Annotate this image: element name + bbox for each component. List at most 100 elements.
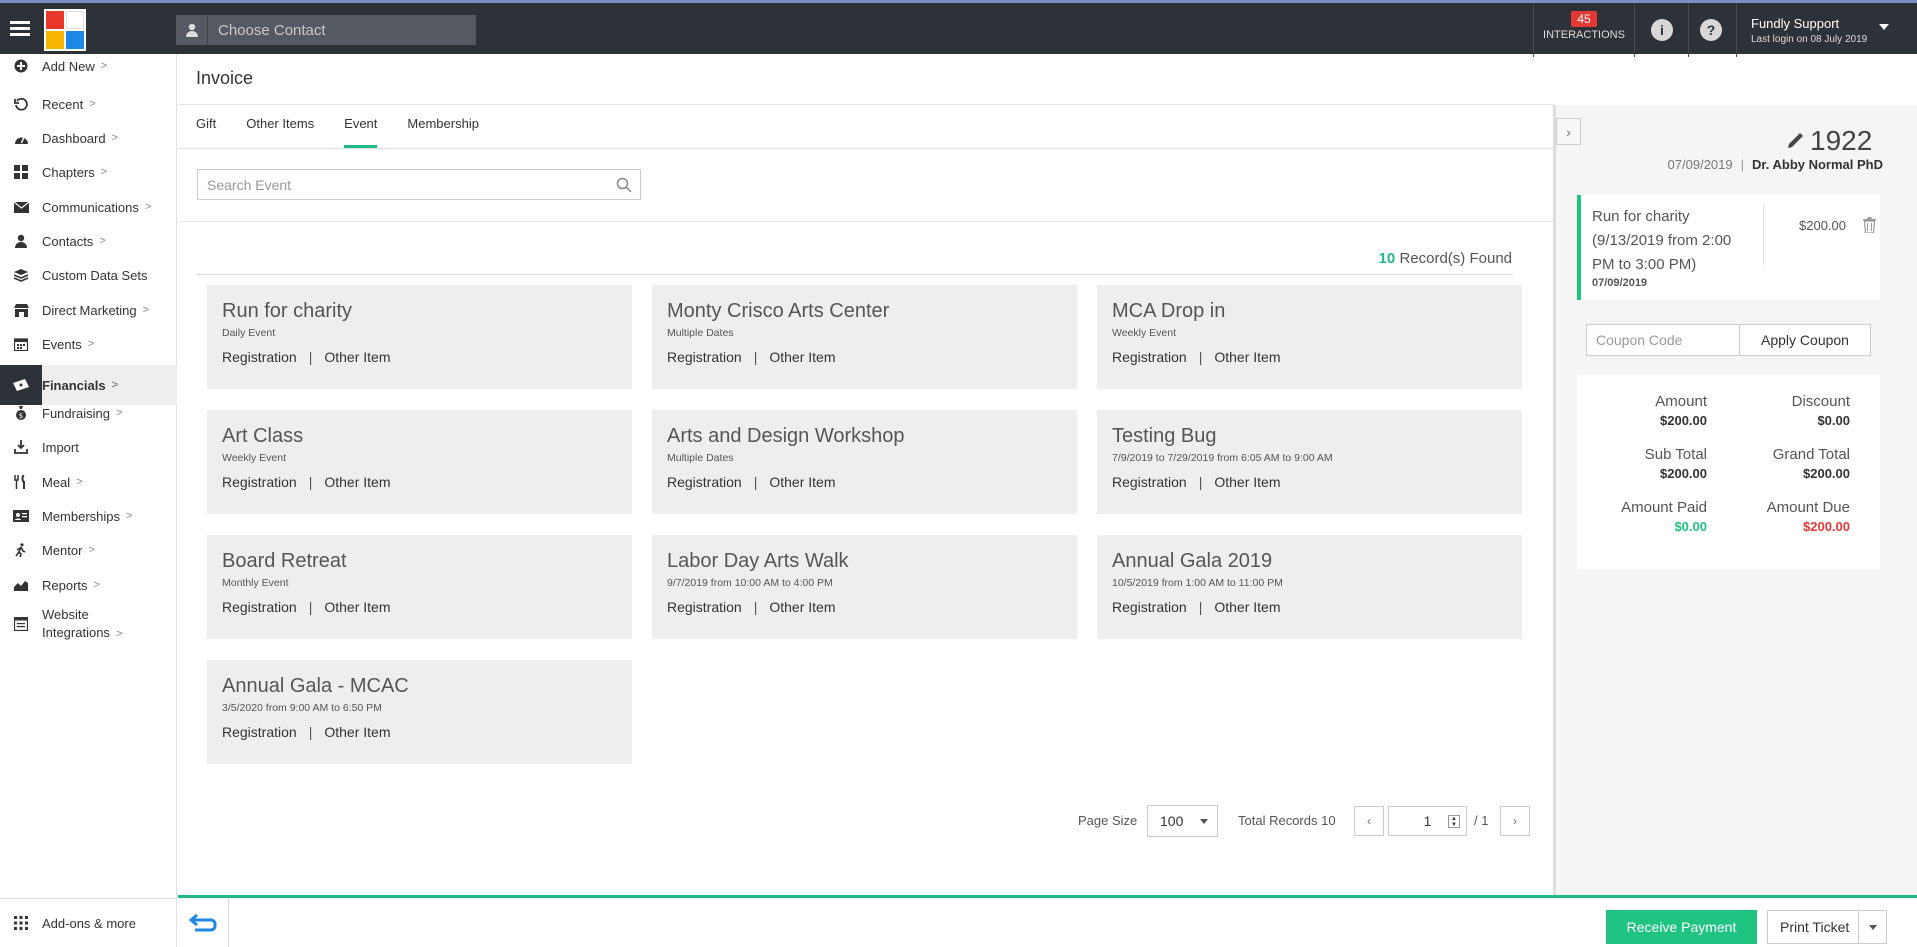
history-icon xyxy=(0,97,42,111)
other-item-link[interactable]: Other Item xyxy=(769,349,835,365)
sidebar-item-chapters[interactable]: Chapters > xyxy=(0,161,177,183)
sidebar-item-memberships[interactable]: Memberships > xyxy=(0,505,177,527)
sidebar-item-label: Contacts xyxy=(42,233,94,249)
app-logo[interactable] xyxy=(44,9,86,51)
search-icon[interactable] xyxy=(608,177,640,193)
event-schedule: 3/5/2020 from 9:00 AM to 6:50 PM xyxy=(222,702,382,714)
chevron-right-icon: > xyxy=(87,338,95,350)
next-page-button[interactable]: › xyxy=(1500,806,1530,836)
layers-icon xyxy=(0,268,42,282)
receive-payment-button[interactable]: Receive Payment xyxy=(1606,910,1757,944)
event-title: Board Retreat xyxy=(222,550,347,572)
link-separator: | xyxy=(1198,599,1203,615)
search-event-input[interactable] xyxy=(198,176,608,193)
event-schedule: Monthly Event xyxy=(222,577,289,589)
event-title: Monty Crisco Arts Center xyxy=(667,300,890,322)
event-title: Annual Gala - MCAC xyxy=(222,675,409,697)
sidebar-item-financials[interactable]: Financials > xyxy=(0,365,177,405)
subtotal-label: Sub Total xyxy=(1644,446,1707,463)
other-item-link[interactable]: Other Item xyxy=(1214,599,1280,615)
back-button[interactable] xyxy=(178,898,229,947)
sidebar-item-direct-marketing[interactable]: Direct Marketing > xyxy=(0,299,177,321)
registration-link[interactable]: Registration xyxy=(1112,599,1187,615)
other-item-link[interactable]: Other Item xyxy=(324,599,390,615)
other-item-link[interactable]: Other Item xyxy=(769,474,835,490)
sidebar-item-website[interactable]: Website Integrations > xyxy=(0,607,177,641)
sidebar-item-custom-data-sets[interactable]: Custom Data Sets xyxy=(0,264,177,286)
other-item-link[interactable]: Other Item xyxy=(769,599,835,615)
menu-icon[interactable] xyxy=(10,21,30,37)
sidebar-item-label: Mentor xyxy=(42,542,83,558)
sidebar-item-communications[interactable]: Communications > xyxy=(0,196,177,218)
sidebar-item-fundraising[interactable]: $ Fundraising > xyxy=(0,402,177,424)
other-item-link[interactable]: Other Item xyxy=(1214,349,1280,365)
other-item-link[interactable]: Other Item xyxy=(324,724,390,740)
info-icon[interactable]: i xyxy=(1651,19,1673,41)
sidebar-item-dashboard[interactable]: Dashboard > xyxy=(0,127,177,149)
sidebar-item-meal[interactable]: Meal > xyxy=(0,471,177,493)
choose-contact-field[interactable] xyxy=(176,15,476,45)
coupon-code-input[interactable] xyxy=(1587,325,1740,355)
sidebar-item-events[interactable]: Events > xyxy=(0,333,177,355)
print-ticket-button[interactable]: Print Ticket xyxy=(1767,910,1887,944)
registration-link[interactable]: Registration xyxy=(667,349,742,365)
invoice-contact[interactable]: Dr. Abby Normal PhD xyxy=(1752,157,1883,172)
other-item-link[interactable]: Other Item xyxy=(1214,474,1280,490)
sidebar-item-label: Dashboard xyxy=(42,130,106,146)
event-schedule: Multiple Dates xyxy=(667,452,734,464)
other-item-link[interactable]: Other Item xyxy=(324,474,390,490)
user-menu[interactable]: Fundly Support Last login on 08 July 201… xyxy=(1751,16,1889,45)
chevron-right-icon: > xyxy=(93,579,100,591)
sidebar-item-add-new[interactable]: Add New > xyxy=(0,55,177,77)
registration-link[interactable]: Registration xyxy=(222,474,297,490)
chevron-right-icon: > xyxy=(99,235,106,247)
line-item-title: Run for charity (9/13/2019 from 2:00 PM … xyxy=(1592,208,1732,273)
event-card: Board Retreat Monthly Event Registration | O… xyxy=(207,535,632,639)
sidebar-item-label: Custom Data Sets xyxy=(42,267,148,283)
interactions-label: INTERACTIONS xyxy=(1543,29,1625,41)
money-bag-icon: $ xyxy=(0,406,42,420)
registration-link[interactable]: Registration xyxy=(1112,474,1187,490)
sidebar-item-contacts[interactable]: Contacts > xyxy=(0,230,177,252)
tab-membership[interactable]: Membership xyxy=(407,108,479,148)
sidebar-item-label: Direct Marketing xyxy=(42,302,137,318)
choose-contact-input[interactable] xyxy=(208,21,476,39)
website-icon xyxy=(0,617,42,631)
pencil-icon[interactable] xyxy=(1786,132,1804,150)
event-schedule: Multiple Dates xyxy=(667,327,734,339)
sidebar-item-addons[interactable]: Add-ons & more xyxy=(0,912,177,934)
chevron-right-icon[interactable]: › xyxy=(1556,118,1581,145)
sidebar-item-recent[interactable]: Recent > xyxy=(0,93,177,115)
trash-icon[interactable] xyxy=(1863,217,1876,236)
import-icon xyxy=(0,440,42,454)
tab-gift[interactable]: Gift xyxy=(196,108,216,148)
registration-link[interactable]: Registration xyxy=(222,349,297,365)
event-schedule: 9/7/2019 from 10:00 AM to 4:00 PM xyxy=(667,577,833,589)
last-login: Last login on 08 July 2019 xyxy=(1751,34,1868,45)
tab-other-items[interactable]: Other Items xyxy=(246,108,314,148)
help-icon[interactable]: ? xyxy=(1700,19,1722,41)
prev-page-button[interactable]: ‹ xyxy=(1354,806,1384,836)
sidebar-item-mentor[interactable]: Mentor > xyxy=(0,539,177,561)
registration-link[interactable]: Registration xyxy=(1112,349,1187,365)
registration-link[interactable]: Registration xyxy=(222,724,297,740)
dashboard-icon xyxy=(0,132,42,145)
print-options-dropdown[interactable] xyxy=(1858,911,1886,943)
link-separator: | xyxy=(753,599,758,615)
page-spinner[interactable]: ▲ ▼ xyxy=(1448,815,1460,828)
interactions-button[interactable]: 45 INTERACTIONS xyxy=(1534,11,1634,41)
other-item-link[interactable]: Other Item xyxy=(324,349,390,365)
page-size-select[interactable]: 100 xyxy=(1147,805,1218,837)
registration-link[interactable]: Registration xyxy=(222,599,297,615)
top-bar: 45 INTERACTIONS i ? Fundly Support Last … xyxy=(0,0,1917,57)
records-count: 10 xyxy=(1378,250,1396,267)
chevron-right-icon: > xyxy=(89,98,96,110)
registration-link[interactable]: Registration xyxy=(667,474,742,490)
tab-event[interactable]: Event xyxy=(344,108,378,148)
sidebar-item-import[interactable]: Import xyxy=(0,436,177,458)
apply-coupon-button[interactable]: Apply Coupon xyxy=(1740,325,1870,355)
current-page-input[interactable]: 1 ▲ ▼ xyxy=(1388,806,1467,836)
interactions-count-badge: 45 xyxy=(1571,11,1597,27)
registration-link[interactable]: Registration xyxy=(667,599,742,615)
sidebar-item-reports[interactable]: Reports > xyxy=(0,574,177,596)
